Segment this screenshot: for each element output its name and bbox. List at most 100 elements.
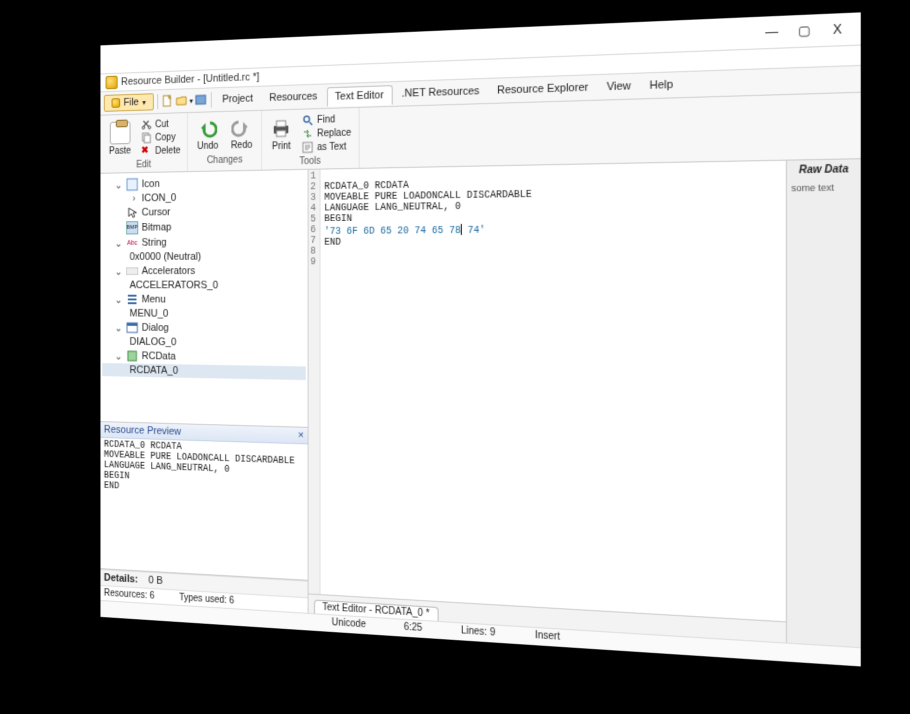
tree-label: Bitmap: [142, 222, 172, 234]
tree-label: DIALOG_0: [130, 336, 177, 348]
copy-icon: [141, 132, 151, 144]
separator: [211, 92, 212, 107]
tab-resources[interactable]: Resources: [262, 87, 325, 107]
tree-label: String: [142, 237, 167, 249]
close-button[interactable]: X: [821, 16, 854, 43]
tree-label: MENU_0: [130, 308, 169, 320]
as-text-icon: [302, 141, 313, 153]
paste-icon: [110, 121, 131, 144]
find-label: Find: [317, 114, 335, 125]
undo-label: Undo: [197, 141, 218, 152]
app-icon: [106, 76, 118, 90]
tab-text-editor[interactable]: Text Editor: [327, 85, 393, 107]
status-position: 6:25: [404, 622, 423, 634]
file-label: File: [124, 97, 139, 109]
tree-node-string[interactable]: ⌄ Abc String: [102, 234, 306, 250]
cut-button[interactable]: Cut: [140, 117, 183, 131]
chevron-down-icon[interactable]: ⌄: [114, 237, 123, 249]
file-icon: [112, 98, 121, 108]
tree-label: 0x0000 (Neutral): [130, 251, 202, 263]
tab-net-resources[interactable]: .NET Resources: [394, 82, 487, 103]
string-type-icon: Abc: [126, 236, 138, 249]
status-encoding: Unicode: [332, 617, 366, 630]
tree-label: Cursor: [142, 207, 171, 219]
chevron-down-icon[interactable]: ⌄: [114, 350, 123, 362]
details-label: Details:: [104, 572, 138, 585]
main-window: — ▢ X Resource Builder - [Untitled.rc *]…: [100, 12, 860, 666]
chevron-down-icon[interactable]: ⌄: [114, 321, 123, 333]
copy-label: Copy: [155, 132, 175, 143]
replace-label: Replace: [317, 127, 351, 139]
cut-label: Cut: [155, 119, 169, 130]
raw-data-text: some text: [791, 182, 856, 194]
editor-content[interactable]: RCDATA_0 RCDATA MOVEABLE PURE LOADONCALL…: [321, 165, 536, 606]
chevron-down-icon[interactable]: ▾: [189, 96, 193, 105]
find-button[interactable]: Find: [301, 112, 354, 127]
file-menu[interactable]: File ▾: [104, 93, 154, 112]
tree-item-string-0[interactable]: 0x0000 (Neutral): [102, 250, 306, 264]
raw-data-title: Raw Data: [791, 164, 856, 177]
ribbon-group-changes: Undo Redo Changes: [188, 111, 262, 171]
tab-view[interactable]: View: [598, 77, 639, 97]
tree-item-rcdata-0[interactable]: RCDATA_0: [102, 363, 306, 380]
preview-title: Resource Preview: [104, 424, 181, 438]
tab-resource-explorer[interactable]: Resource Explorer: [489, 78, 596, 100]
menu-type-icon: [126, 293, 138, 306]
raw-data-panel: Raw Data some text: [786, 159, 861, 647]
undo-button[interactable]: Undo: [194, 116, 222, 154]
chevron-right-icon[interactable]: ›: [130, 193, 139, 204]
redo-button[interactable]: Redo: [227, 115, 256, 153]
open-folder-icon[interactable]: [175, 94, 187, 108]
tree-item-accelerators-0[interactable]: ACCELERATORS_0: [102, 279, 306, 293]
new-file-icon[interactable]: [161, 94, 173, 108]
delete-icon: ✖: [141, 145, 151, 157]
delete-button[interactable]: ✖ Delete: [140, 144, 183, 158]
replace-icon: [302, 128, 313, 140]
icon-type-icon: [126, 178, 138, 191]
print-button[interactable]: Print: [268, 115, 295, 153]
tree-label: Icon: [142, 178, 160, 190]
preview-close-button[interactable]: ×: [298, 430, 304, 442]
resource-preview-panel: Resource Preview × RCDATA_0 RCDATA MOVEA…: [100, 421, 307, 597]
copy-button[interactable]: Copy: [140, 130, 183, 144]
paste-button[interactable]: Paste: [106, 119, 135, 158]
tree-node-accelerators[interactable]: ⌄ Accelerators: [102, 263, 306, 279]
tree-label: ICON_0: [142, 192, 177, 204]
tab-help[interactable]: Help: [641, 75, 681, 95]
ribbon-caption-changes: Changes: [194, 154, 256, 166]
redo-icon: [232, 117, 252, 139]
ribbon-group-edit: Paste Cut Copy ✖ Delete: [100, 113, 188, 173]
resource-tree[interactable]: ⌄ Icon › ICON_0 Cursor BMP: [100, 170, 307, 427]
chevron-down-icon: ▾: [142, 98, 145, 107]
tree-label: Dialog: [142, 322, 169, 334]
tree-node-bitmap[interactable]: BMP Bitmap: [102, 219, 306, 236]
tree-label: Menu: [142, 294, 166, 305]
as-text-button[interactable]: as Text: [301, 139, 354, 154]
minimize-button[interactable]: —: [756, 19, 788, 46]
chevron-down-icon[interactable]: ⌄: [114, 179, 123, 191]
resources-count: Resources: 6: [104, 588, 155, 601]
recent-icon[interactable]: [195, 93, 207, 107]
rcdata-type-icon: [126, 349, 138, 362]
separator: [157, 94, 158, 109]
tab-project[interactable]: Project: [215, 90, 260, 109]
ribbon-caption-edit: Edit: [106, 159, 183, 171]
as-text-label: as Text: [317, 141, 346, 152]
maximize-button[interactable]: ▢: [788, 17, 821, 44]
accelerator-type-icon: [126, 265, 138, 278]
print-label: Print: [272, 141, 291, 152]
tree-label: RCDATA_0: [130, 364, 179, 376]
replace-button[interactable]: Replace: [301, 126, 354, 141]
tree-label: ACCELERATORS_0: [130, 280, 218, 292]
ribbon-group-tools: Print Find Replace as Text: [262, 108, 359, 170]
preview-body: RCDATA_0 RCDATA MOVEABLE PURE LOADONCALL…: [100, 438, 307, 581]
right-column: 1 2 3 4 5 6 7 8 9 RCDATA_0 RCDATA MOVEAB…: [309, 159, 861, 647]
code-editor[interactable]: 1 2 3 4 5 6 7 8 9 RCDATA_0 RCDATA MOVEAB…: [309, 161, 786, 623]
tree-node-menu[interactable]: ⌄ Menu: [102, 292, 306, 308]
chevron-down-icon[interactable]: ⌄: [114, 265, 123, 277]
chevron-down-icon[interactable]: ⌄: [114, 293, 123, 305]
cut-icon: [141, 119, 151, 131]
tree-label: RCData: [142, 350, 176, 362]
dialog-type-icon: [126, 321, 138, 334]
paste-label: Paste: [109, 145, 131, 156]
